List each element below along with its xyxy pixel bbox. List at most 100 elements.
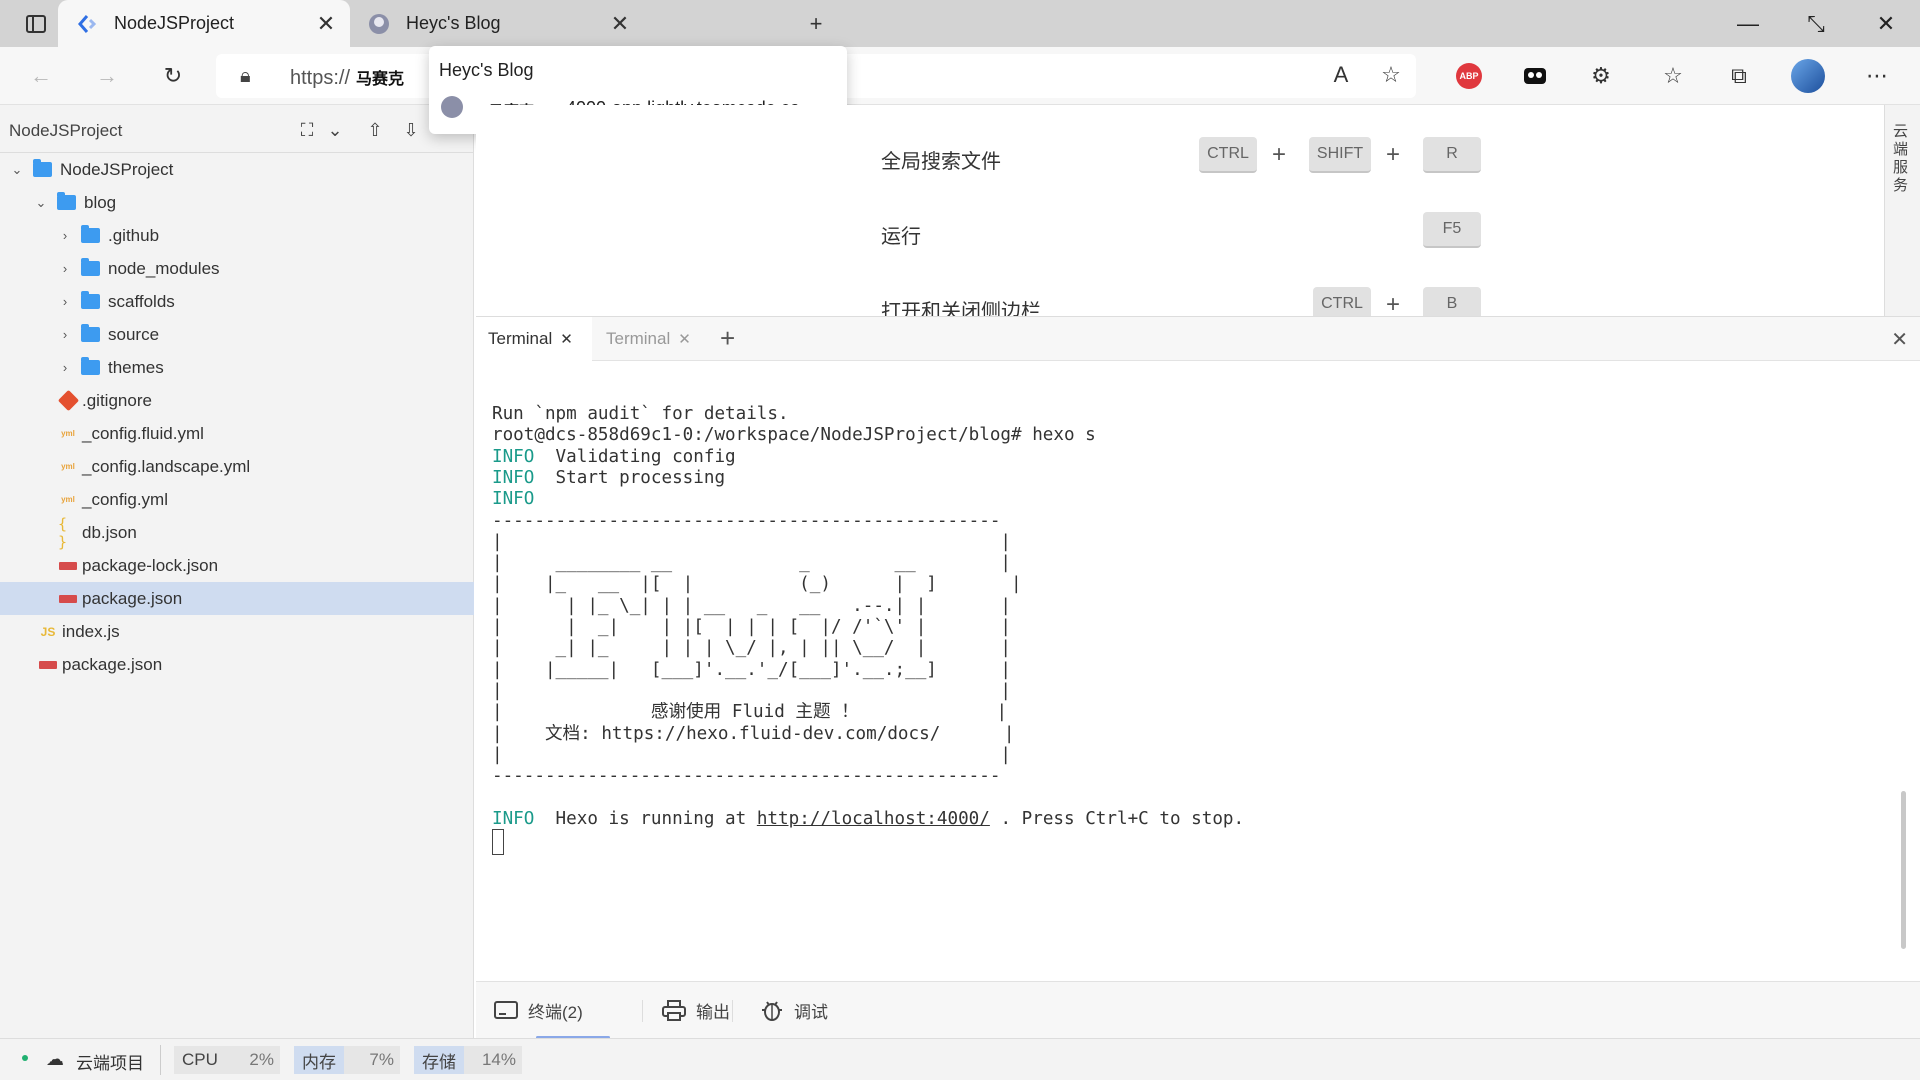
add-favorite-icon[interactable]: ☆ <box>1374 58 1408 92</box>
tree-folder[interactable]: › .github <box>0 219 474 252</box>
terminal-tab-1[interactable]: Terminal ✕ <box>476 317 592 361</box>
tree-file[interactable]: JS index.js <box>0 615 474 648</box>
terminal-text: | 文档: https://hexo.fluid-dev.com/docs/ | <box>492 723 1015 744</box>
shortcut-label: 打开和关闭侧边栏 <box>881 301 1041 316</box>
tree-folder[interactable]: › scaffolds <box>0 285 474 318</box>
tab-debug[interactable]: 调试 <box>738 998 828 1023</box>
chevron-right-icon[interactable]: › <box>58 327 72 342</box>
refresh-icon[interactable]: ↻ <box>156 59 190 93</box>
restore-icon[interactable]: ⤡ <box>1782 0 1850 47</box>
chevron-right-icon[interactable]: › <box>58 294 72 309</box>
yaml-file-icon: yml <box>61 462 75 471</box>
close-tab-icon[interactable]: ✕ <box>606 11 634 37</box>
chevron-down-icon[interactable]: ⌄ <box>322 117 348 143</box>
forward-icon[interactable]: → <box>90 59 124 93</box>
tree-item-label: _config.fluid.yml <box>82 423 204 443</box>
add-terminal-icon[interactable]: + <box>720 323 735 354</box>
chevron-right-icon[interactable]: › <box>58 261 72 276</box>
collections-icon[interactable]: ⧉ <box>1722 59 1756 93</box>
cloud-services-panel[interactable]: 云端服务 <box>1884 105 1920 316</box>
browser-tab-heycs-blog[interactable]: Heyc's Blog ✕ <box>350 0 644 47</box>
tree-item-label: .gitignore <box>82 390 152 410</box>
localhost-link[interactable]: http://localhost:4000/ <box>757 809 990 829</box>
terminal-output[interactable]: Run `npm audit` for details. root@dcs-858… <box>476 361 1920 981</box>
minimize-icon[interactable]: — <box>1714 0 1782 47</box>
metric-key: 存储 <box>414 1046 464 1074</box>
close-window-icon[interactable]: ✕ <box>1852 0 1920 47</box>
cloud-services-label: 云端服务 <box>1893 123 1909 194</box>
close-icon[interactable]: ✕ <box>560 330 573 348</box>
yaml-file-icon: yml <box>61 429 75 438</box>
tree-file[interactable]: yml _config.yml <box>0 483 474 516</box>
folder-icon <box>32 159 52 178</box>
tab-output[interactable]: 输出 <box>636 998 730 1023</box>
tab-actions-icon[interactable] <box>20 8 52 40</box>
more-menu-icon[interactable]: ⋯ <box>1860 59 1894 93</box>
address-url: https://马赛克 <box>290 67 405 89</box>
tree-item-label: package.json <box>62 654 163 674</box>
chevron-right-icon[interactable]: › <box>58 360 72 375</box>
shortcut-label: 全局搜索文件 <box>881 151 1001 173</box>
tree-folder[interactable]: › source <box>0 318 474 351</box>
key-badge: F5 <box>1423 212 1481 248</box>
key-badge: SHIFT <box>1309 137 1371 173</box>
tree-file[interactable]: package.json <box>0 648 474 681</box>
browser-tab-nodejsproject[interactable]: NodeJSProject ✕ <box>58 0 350 47</box>
chevron-down-icon[interactable]: ⌄ <box>34 195 48 211</box>
upload-icon[interactable]: ⇧ <box>362 117 388 143</box>
tab-label: 调试 <box>794 1003 828 1022</box>
chevron-right-icon[interactable]: › <box>58 228 72 243</box>
extension-mask-icon[interactable] <box>1518 59 1552 93</box>
key-badge: CTRL <box>1199 137 1257 173</box>
terminal-text: | | <box>492 680 1012 701</box>
tree-file[interactable]: .gitignore <box>0 384 474 417</box>
chevron-down-icon[interactable]: ⌄ <box>10 162 24 178</box>
terminal-tab-label: Terminal <box>488 329 553 348</box>
explorer-title: NodeJSProject <box>9 121 123 140</box>
close-icon[interactable]: ✕ <box>678 330 691 348</box>
divider <box>732 1000 733 1022</box>
tree-item-label: themes <box>108 357 164 377</box>
profile-avatar[interactable] <box>1791 59 1825 93</box>
adblock-plus-icon[interactable]: ABP <box>1456 63 1482 89</box>
terminal-text: | | <box>492 531 1012 552</box>
bug-icon <box>760 1000 784 1022</box>
key-badge: CTRL <box>1313 287 1371 316</box>
read-aloud-icon[interactable]: A <box>1324 58 1358 92</box>
plus-symbol: + <box>1386 291 1401 316</box>
tab-terminal[interactable]: 终端(2) <box>494 998 583 1023</box>
browser-toolbar: ← → ↻ 🔒︎ https://马赛克 A ☆ ABP ⚙ ☆ ⧉ ⋯ <box>0 47 1920 105</box>
terminal-tab-2[interactable]: Terminal ✕ <box>594 317 708 361</box>
tree-folder[interactable]: › node_modules <box>0 252 474 285</box>
close-tab-icon[interactable]: ✕ <box>312 11 340 37</box>
tree-file[interactable]: package.json <box>0 582 474 615</box>
extensions-icon[interactable]: ⚙ <box>1584 59 1618 93</box>
download-icon[interactable]: ⇩ <box>398 117 424 143</box>
terminal-scrollbar[interactable] <box>1901 791 1906 949</box>
tree-file[interactable]: yml _config.fluid.yml <box>0 417 474 450</box>
tree-folder[interactable]: ⌄ blog <box>0 186 474 219</box>
tree-item-label: node_modules <box>108 258 220 278</box>
shortcuts-panel: 全局搜索文件 CTRL + SHIFT + R 运行 F5 打开和关闭侧边栏 C… <box>476 105 1884 316</box>
tree-file[interactable]: { } db.json <box>0 515 474 551</box>
terminal-text: | 感谢使用 Fluid 主题 ！ | <box>492 702 1008 723</box>
tree-item-label: index.js <box>62 621 120 641</box>
new-tab-button[interactable]: + <box>800 8 832 40</box>
tree-item-label: _config.landscape.yml <box>82 456 251 476</box>
fullscreen-icon[interactable]: ⛶ <box>294 117 320 143</box>
back-icon[interactable]: ← <box>24 59 58 93</box>
npm-package-icon <box>58 591 78 607</box>
cloud-project-label[interactable]: 云端项目 <box>76 1049 144 1074</box>
status-dot <box>22 1055 28 1061</box>
tree-file[interactable]: package-lock.json <box>0 549 474 582</box>
tree-folder[interactable]: ⌄ NodeJSProject <box>0 153 474 186</box>
tree-file[interactable]: yml _config.landscape.yml <box>0 450 474 483</box>
tree-item-label: db.json <box>82 522 137 542</box>
tree-item-label: .github <box>108 225 160 245</box>
tree-folder[interactable]: › themes <box>0 351 474 384</box>
close-panel-icon[interactable]: ✕ <box>1891 327 1908 352</box>
favorites-icon[interactable]: ☆ <box>1656 59 1690 93</box>
tree-item-label: blog <box>84 192 117 212</box>
terminal-text: | | |_ \_| | | __ _ __ .--.| | | <box>492 595 1012 616</box>
terminal-text: | |_____| [___]'.__.'_/[___]'.__.;__] | <box>492 659 1012 680</box>
